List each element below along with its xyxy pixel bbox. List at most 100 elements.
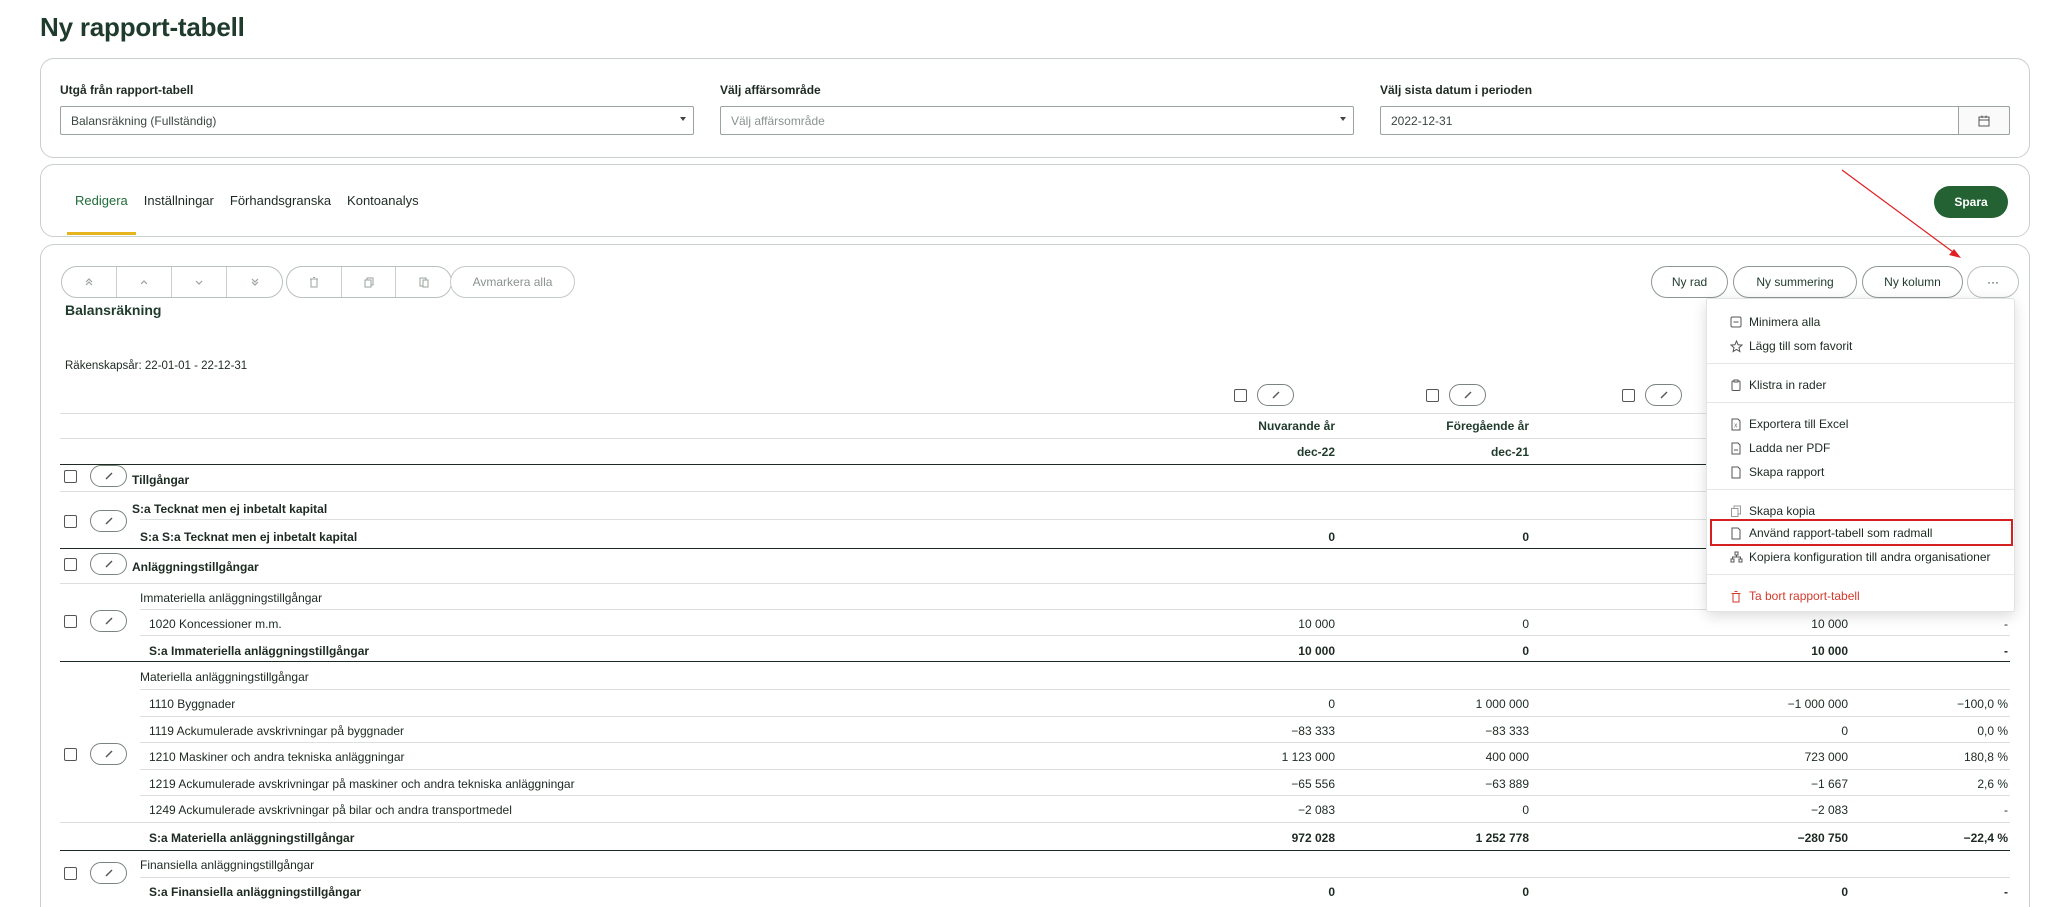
move-to-bottom-button[interactable] — [227, 267, 282, 297]
row-checkbox[interactable] — [64, 747, 77, 761]
cell-value: 972 028 — [1291, 831, 1335, 845]
row-label: S:a Tecknat men ej inbetalt kapital — [132, 502, 328, 516]
edit-row-button[interactable] — [90, 553, 127, 575]
delete-row-button[interactable] — [287, 267, 342, 297]
deselect-all-button[interactable]: Avmarkera alla — [450, 266, 575, 298]
new-summation-button[interactable]: Ny summering — [1733, 266, 1857, 298]
cell-value: 0,0 % — [1977, 724, 2008, 738]
row-checkbox[interactable] — [64, 514, 77, 528]
row-checkbox[interactable] — [64, 469, 77, 483]
cell-value: - — [2004, 885, 2008, 899]
menu-divider — [1707, 489, 2014, 490]
copy-row-button[interactable] — [342, 267, 397, 297]
fiscal-year-text: Räkenskapsår: 22-01-01 - 22-12-31 — [65, 360, 248, 372]
menu-item-label: Ta bort rapport-tabell — [1749, 589, 1860, 603]
menu-item-label: Lägg till som favorit — [1749, 339, 1853, 353]
cell-value: 10 000 — [1811, 644, 1848, 658]
column-header-current-year: Nuvarande år — [1258, 419, 1335, 433]
tab-kontoanalys[interactable]: Kontoanalys — [339, 193, 427, 235]
column-checkbox[interactable] — [1426, 388, 1439, 402]
chevron-down-icon — [680, 117, 686, 121]
paste-row-button[interactable] — [396, 267, 451, 297]
new-column-button[interactable]: Ny kolumn — [1862, 266, 1963, 298]
chevron-down-icon — [195, 280, 203, 285]
row-checkbox[interactable] — [64, 866, 77, 880]
row-checkbox[interactable] — [64, 614, 77, 628]
move-to-top-button[interactable] — [62, 267, 117, 297]
row-checkbox[interactable] — [64, 557, 77, 571]
tab-installningar[interactable]: Inställningar — [136, 193, 222, 235]
column-controls — [1234, 384, 1294, 406]
menu-item-download-pdf[interactable]: Ladda ner PDF — [1707, 437, 2014, 459]
business-area-label: Välj affärsområde — [720, 83, 821, 97]
calendar-icon — [1978, 115, 1990, 126]
menu-divider — [1707, 402, 2014, 403]
double-chevron-up-icon — [85, 278, 93, 286]
menu-item-delete-report[interactable]: Ta bort rapport-tabell — [1707, 585, 2014, 607]
menu-item-add-favorite[interactable]: Lägg till som favorit — [1707, 335, 2014, 357]
table-row: Finansiella anläggningstillgångar — [0, 855, 2063, 875]
menu-item-label: Skapa kopia — [1749, 504, 1816, 518]
move-up-button[interactable] — [117, 267, 172, 297]
table-row: 1020 Koncessioner m.m. 10 000 0 10 000 - — [0, 614, 2063, 634]
edit-column-button[interactable] — [1645, 384, 1682, 406]
save-button[interactable]: Spara — [1934, 186, 2008, 218]
menu-item-export-excel[interactable]: X Exportera till Excel — [1707, 413, 2014, 435]
base-report-select[interactable]: Balansräkning (Fullständig) — [60, 106, 694, 135]
new-row-button[interactable]: Ny rad — [1651, 266, 1728, 298]
row-divider — [140, 716, 2010, 717]
edit-row-button[interactable] — [90, 743, 127, 765]
more-options-button[interactable]: ··· — [1967, 266, 2019, 298]
edit-row-button[interactable] — [90, 465, 127, 487]
row-divider — [60, 850, 2010, 851]
base-report-value: Balansräkning (Fullständig) — [71, 114, 217, 128]
edit-column-button[interactable] — [1449, 384, 1486, 406]
row-control — [64, 465, 127, 487]
cell-value: −2 083 — [1810, 803, 1848, 817]
menu-divider — [1707, 363, 2014, 364]
column-controls — [1426, 384, 1486, 406]
cell-value: 1 000 000 — [1475, 697, 1529, 711]
menu-item-paste-rows[interactable]: Klistra in rader — [1707, 374, 2014, 396]
row-label: Finansiella anläggningstillgångar — [140, 858, 315, 872]
row-divider — [140, 635, 2010, 636]
cell-value: −22,4 % — [1963, 831, 2008, 845]
excel-file-icon: X — [1729, 417, 1743, 431]
cell-value: 10 000 — [1298, 617, 1335, 631]
cell-value: 0 — [1328, 530, 1335, 544]
row-label: 1219 Ackumulerade avskrivningar på maski… — [149, 777, 575, 791]
cell-value: 0 — [1328, 885, 1335, 899]
cell-value: −100,0 % — [1956, 697, 2008, 711]
cell-value: 180,8 % — [1963, 750, 2008, 764]
base-report-label: Utgå från rapport-tabell — [60, 83, 194, 97]
pencil-icon — [105, 750, 112, 758]
edit-row-button[interactable] — [90, 610, 127, 632]
cell-value: 0 — [1522, 617, 1529, 631]
edit-row-button[interactable] — [90, 862, 127, 884]
row-control — [64, 553, 127, 575]
double-chevron-down-icon — [251, 278, 258, 286]
column-period-previous: dec-21 — [1490, 445, 1529, 459]
menu-item-minimize-all[interactable]: Minimera alla — [1707, 311, 2014, 333]
menu-item-create-report[interactable]: Skapa rapport — [1707, 461, 2014, 483]
tab-forhandsgranska[interactable]: Förhandsgranska — [222, 193, 339, 235]
tab-redigera[interactable]: Redigera — [67, 193, 136, 235]
menu-divider — [1707, 574, 2014, 575]
column-checkbox[interactable] — [1234, 388, 1247, 402]
menu-item-label: Ladda ner PDF — [1749, 441, 1831, 455]
business-area-select[interactable]: Välj affärsområde — [720, 106, 1354, 135]
move-down-button[interactable] — [172, 267, 227, 297]
edit-row-button[interactable] — [90, 510, 127, 532]
cell-value: - — [2004, 803, 2008, 817]
menu-item-use-as-row-template[interactable]: Använd rapport-tabell som radmall — [1707, 522, 2014, 544]
end-date-input[interactable]: 2022-12-31 — [1380, 106, 2010, 135]
column-checkbox[interactable] — [1622, 388, 1635, 402]
edit-column-button[interactable] — [1257, 384, 1294, 406]
menu-item-copy-config[interactable]: Kopiera konfiguration till andra organis… — [1707, 546, 2014, 568]
calendar-button[interactable] — [1958, 106, 2010, 135]
row-divider — [140, 795, 2010, 796]
more-options-menu: Minimera alla Lägg till som favorit Klis… — [1706, 298, 2015, 612]
row-divider — [140, 769, 2010, 770]
report-title: Balansräkning — [65, 302, 162, 318]
cell-value: 723 000 — [1804, 750, 1848, 764]
